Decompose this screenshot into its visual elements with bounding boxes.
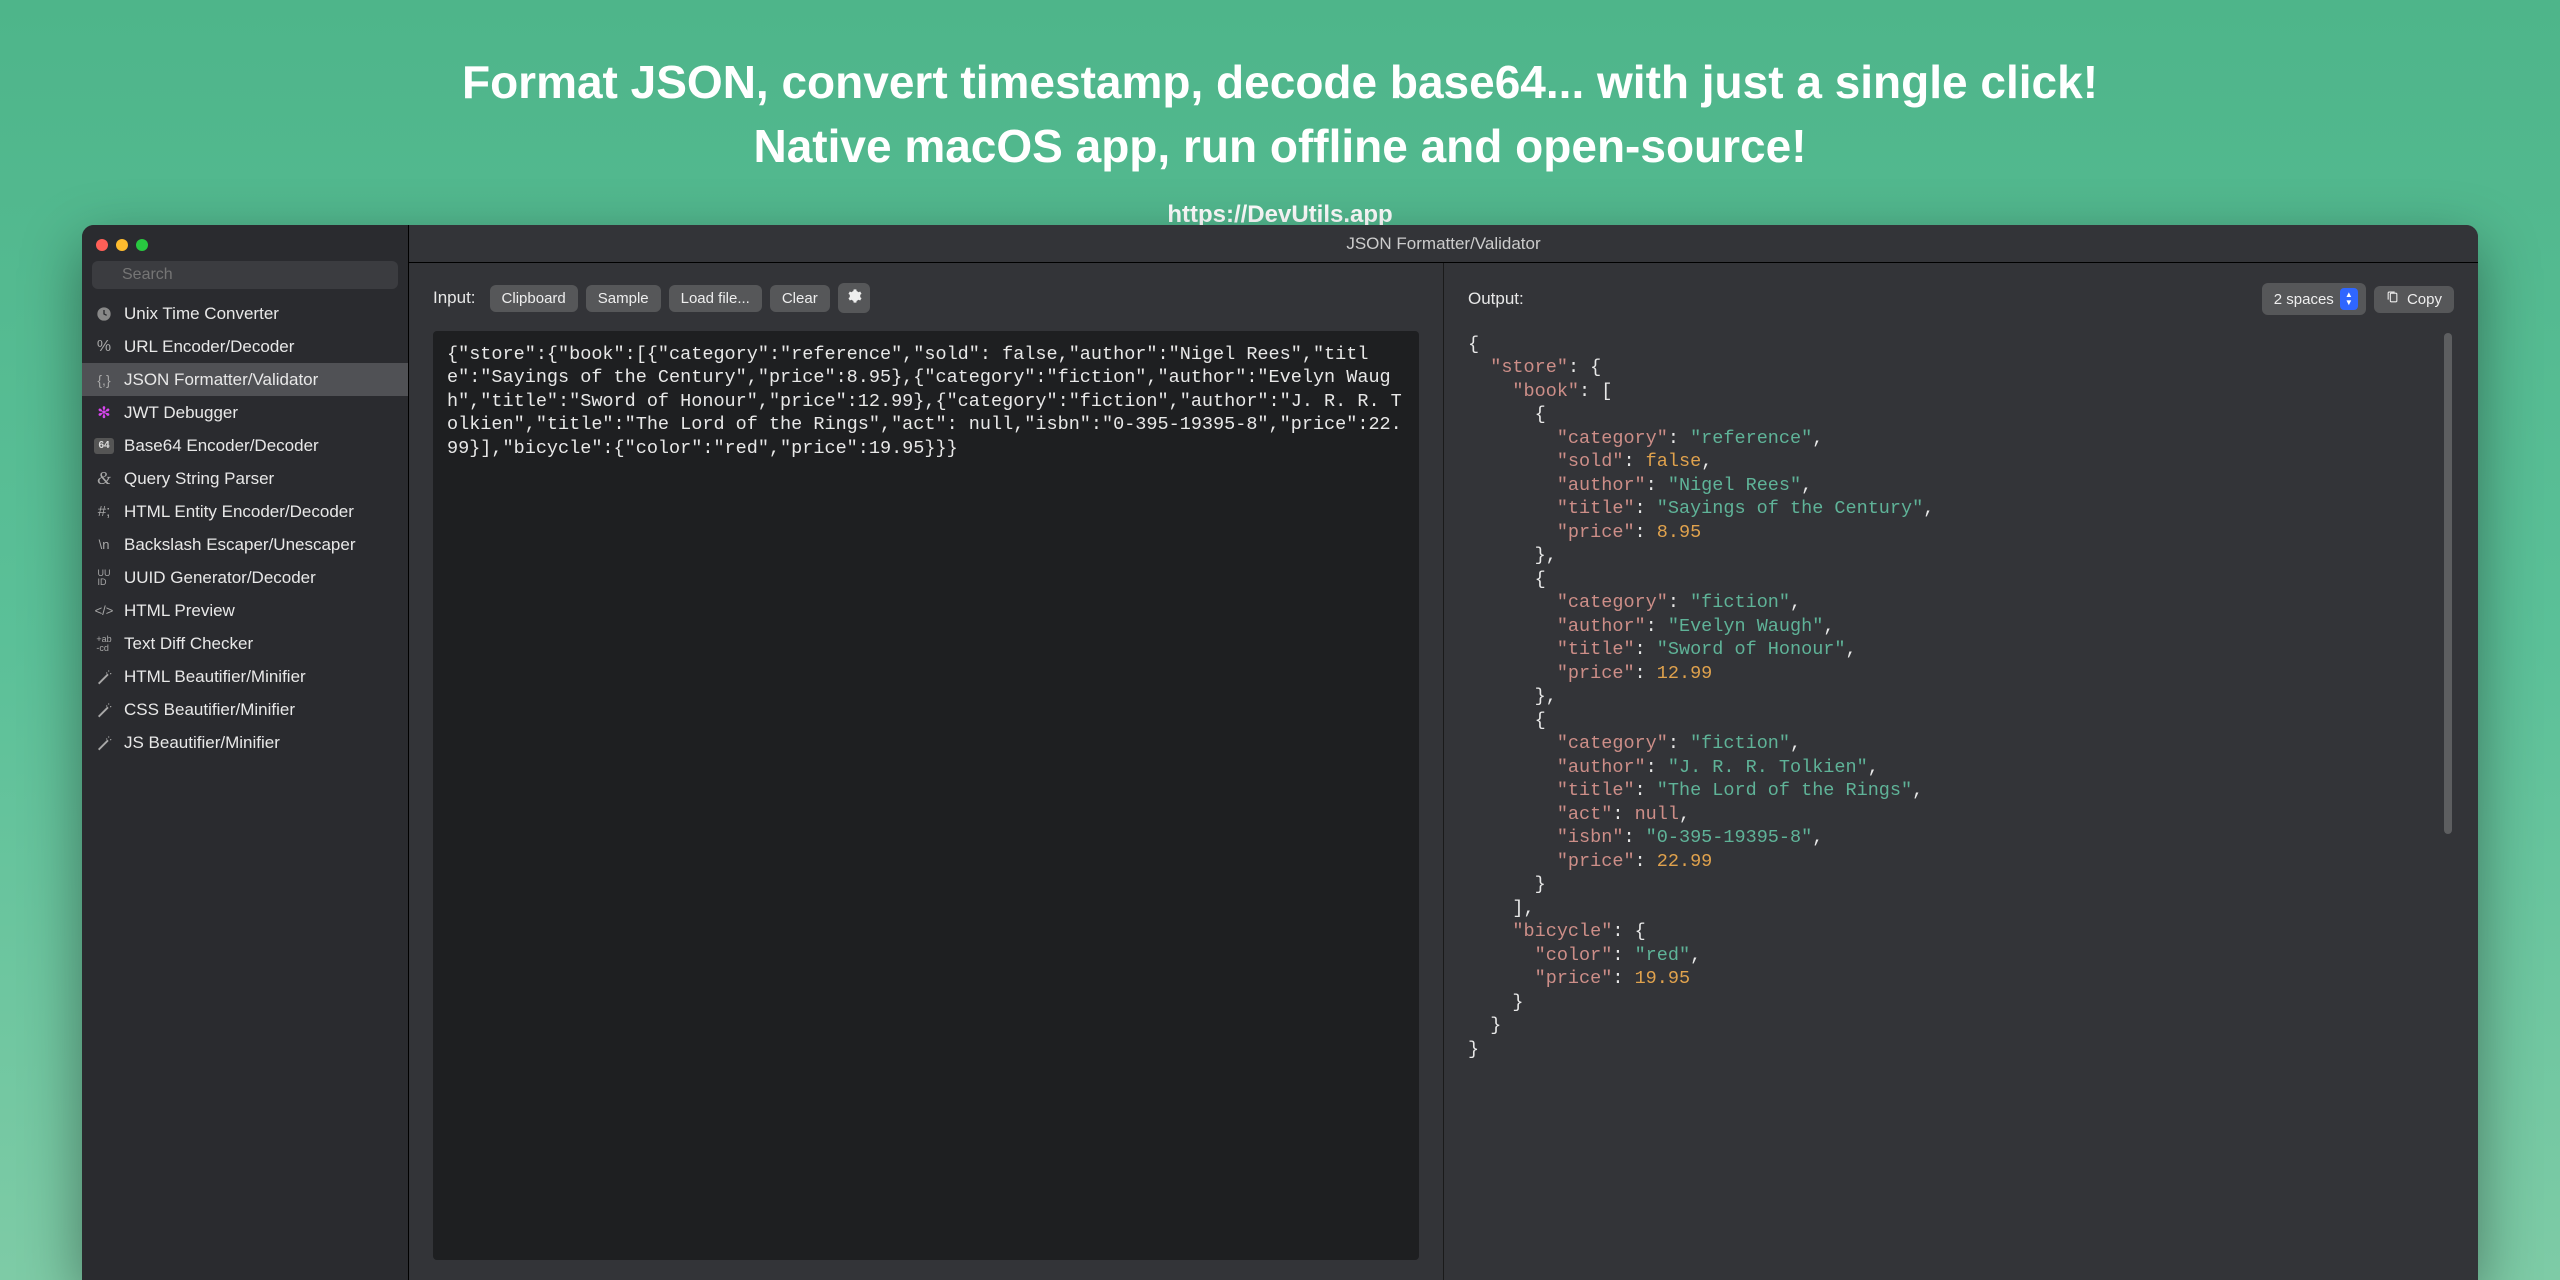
sidebar-item-url-encoder-decoder[interactable]: % URL Encoder/Decoder — [82, 330, 408, 363]
sidebar-item-unix-time-converter[interactable]: Unix Time Converter — [82, 297, 408, 330]
indent-select[interactable]: 2 spaces ▲▼ — [2262, 283, 2366, 315]
sidebar-item-backslash-escaper-unescaper[interactable]: \n Backslash Escaper/Unescaper — [82, 528, 408, 561]
chevron-updown-icon: ▲▼ — [2340, 288, 2358, 310]
hero-banner: Format JSON, convert timestamp, decode b… — [0, 0, 2560, 229]
sidebar-item-css-beautifier-minifier[interactable]: CSS Beautifier/Minifier — [82, 693, 408, 726]
app-window: Unix Time Converter% URL Encoder/Decoder {… — [82, 225, 2478, 1280]
b64-icon: 64 — [94, 436, 114, 456]
sidebar-item-label: HTML Beautifier/Minifier — [124, 667, 306, 687]
uuid-icon: UUID — [94, 568, 114, 588]
settings-button[interactable] — [838, 283, 870, 313]
clipboard-icon — [2386, 291, 2403, 308]
sidebar-item-label: Backslash Escaper/Unescaper — [124, 535, 356, 555]
scrollbar-thumb[interactable] — [2444, 333, 2452, 834]
output-pane: Output: 2 spaces ▲▼ Copy { "store": { "b… — [1444, 263, 2478, 1280]
content-split: Input: Clipboard Sample Load file... Cle… — [409, 263, 2478, 1280]
sidebar-item-jwt-debugger[interactable]: ✻ JWT Debugger — [82, 396, 408, 429]
sidebar-item-label: JSON Formatter/Validator — [124, 370, 318, 390]
close-window-button[interactable] — [96, 239, 108, 251]
wand-icon — [94, 700, 114, 720]
sidebar-item-uuid-generator-decoder[interactable]: UUID UUID Generator/Decoder — [82, 561, 408, 594]
hero-headline: Format JSON, convert timestamp, decode b… — [0, 50, 2560, 179]
sidebar-item-label: Base64 Encoder/Decoder — [124, 436, 319, 456]
jwt-icon: ✻ — [94, 403, 114, 423]
wand-icon — [94, 667, 114, 687]
diff-icon: +ab-cd — [94, 634, 114, 654]
sidebar-item-label: JWT Debugger — [124, 403, 238, 423]
tag-icon: </> — [94, 601, 114, 621]
output-label: Output: — [1468, 289, 1524, 309]
clock-icon — [94, 304, 114, 324]
input-label: Input: — [433, 288, 476, 308]
sidebar-item-js-beautifier-minifier[interactable]: JS Beautifier/Minifier — [82, 726, 408, 759]
amp-icon: & — [94, 469, 114, 489]
sidebar-item-base64-encoder-decoder[interactable]: 64 Base64 Encoder/Decoder — [82, 429, 408, 462]
window-controls — [82, 225, 408, 261]
sidebar-item-label: Query String Parser — [124, 469, 274, 489]
sidebar-item-label: URL Encoder/Decoder — [124, 337, 294, 357]
output-scrollbar[interactable] — [2444, 333, 2452, 1260]
indent-select-value: 2 spaces — [2274, 291, 2334, 308]
slashn-icon: \n — [94, 535, 114, 555]
zoom-window-button[interactable] — [136, 239, 148, 251]
search-input[interactable] — [92, 261, 398, 289]
load-file-button[interactable]: Load file... — [669, 285, 762, 312]
sidebar-item-html-entity-encoder-decoder[interactable]: #; HTML Entity Encoder/Decoder — [82, 495, 408, 528]
minimize-window-button[interactable] — [116, 239, 128, 251]
sidebar-item-label: Unix Time Converter — [124, 304, 279, 324]
hash-icon: #; — [94, 502, 114, 522]
main-area: JSON Formatter/Validator Input: Clipboar… — [409, 225, 2478, 1280]
output-view[interactable]: { "store": { "book": [ { "category": "re… — [1468, 333, 2454, 1260]
input-header: Input: Clipboard Sample Load file... Cle… — [433, 283, 1419, 313]
window-title: JSON Formatter/Validator — [409, 225, 2478, 263]
sidebar: Unix Time Converter% URL Encoder/Decoder {… — [82, 225, 409, 1280]
wand-icon — [94, 733, 114, 753]
gear-icon — [846, 291, 862, 308]
sample-button[interactable]: Sample — [586, 285, 661, 312]
sidebar-item-text-diff-checker[interactable]: +ab-cd Text Diff Checker — [82, 627, 408, 660]
sidebar-item-label: UUID Generator/Decoder — [124, 568, 316, 588]
sidebar-item-query-string-parser[interactable]: &Query String Parser — [82, 462, 408, 495]
input-textarea[interactable]: {"store":{"book":[{"category":"reference… — [433, 331, 1419, 1260]
sidebar-item-json-formatter-validator[interactable]: {,} JSON Formatter/Validator — [82, 363, 408, 396]
braces-icon: {,} — [94, 370, 114, 390]
sidebar-item-label: HTML Preview — [124, 601, 235, 621]
clipboard-button[interactable]: Clipboard — [490, 285, 578, 312]
search-container — [82, 261, 408, 297]
sidebar-item-label: Text Diff Checker — [124, 634, 253, 654]
sidebar-item-label: CSS Beautifier/Minifier — [124, 700, 295, 720]
sidebar-item-html-beautifier-minifier[interactable]: HTML Beautifier/Minifier — [82, 660, 408, 693]
input-pane: Input: Clipboard Sample Load file... Cle… — [409, 263, 1444, 1280]
tool-list: Unix Time Converter% URL Encoder/Decoder {… — [82, 297, 408, 1280]
copy-button[interactable]: Copy — [2374, 286, 2454, 313]
output-header: Output: 2 spaces ▲▼ Copy — [1468, 283, 2454, 315]
sidebar-item-html-preview[interactable]: </> HTML Preview — [82, 594, 408, 627]
sidebar-item-label: JS Beautifier/Minifier — [124, 733, 280, 753]
clear-button[interactable]: Clear — [770, 285, 830, 312]
sidebar-item-label: HTML Entity Encoder/Decoder — [124, 502, 354, 522]
percent-icon: % — [94, 337, 114, 357]
